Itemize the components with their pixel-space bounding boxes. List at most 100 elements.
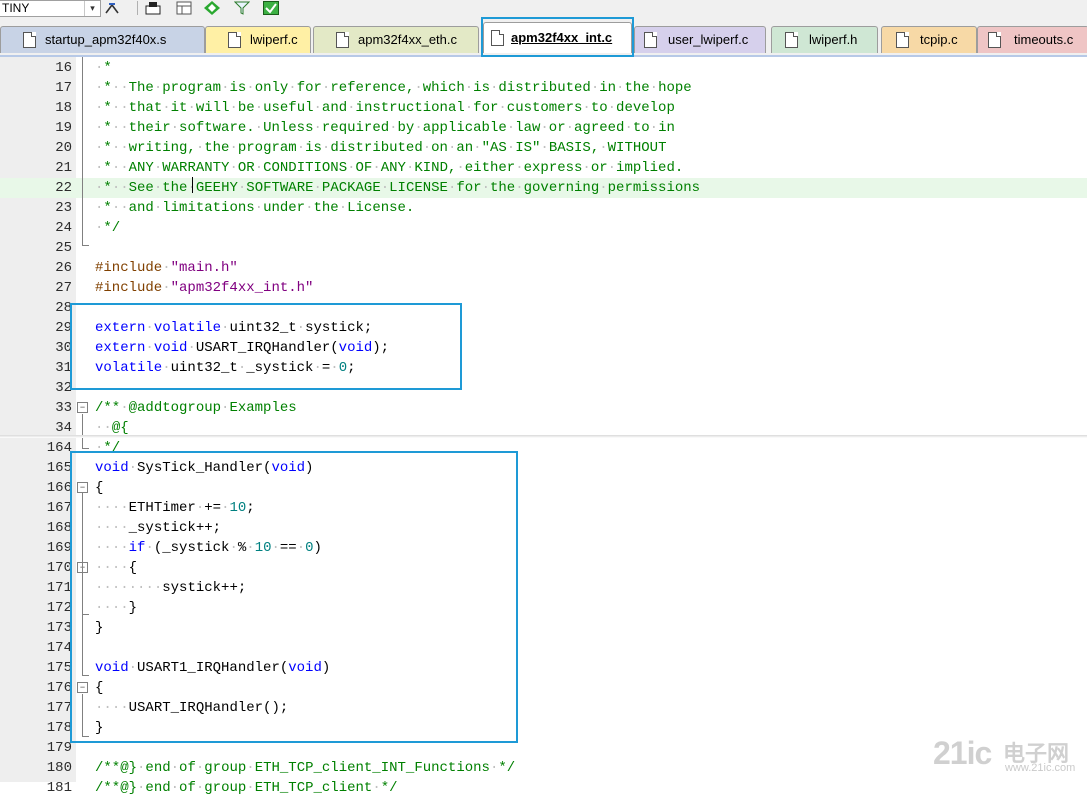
code-line[interactable]: 20 ·*··writing,·the·program·is·distribute… (0, 138, 1087, 158)
diamond-icon[interactable] (204, 1, 220, 15)
code-line[interactable]: 27 #include·"apm32f4xx_int.h" (0, 278, 1087, 298)
toolbar: TINY ▾ (0, 0, 1087, 18)
fold-guide-group (82, 414, 83, 448)
file-icon (23, 32, 36, 48)
tab-label: user_lwiperf.c (668, 32, 749, 47)
code-text: /**@}·end·of·group·ETH_TCP_client·*/ (95, 780, 398, 796)
code-line[interactable]: 180 /**@}·end·of·group·ETH_TCP_client_INT… (0, 758, 1087, 778)
line-number: 31 (55, 360, 72, 376)
line-number: 17 (55, 80, 72, 96)
code-line[interactable]: 16 ·* (0, 58, 1087, 78)
code-line[interactable]: 23 ·*··and·limitations·under·the·License. (0, 198, 1087, 218)
line-number: 165 (46, 460, 72, 476)
text-caret (192, 177, 193, 193)
code-text: ·* (95, 60, 112, 76)
line-number: 23 (55, 200, 72, 216)
line-number: 28 (55, 300, 72, 316)
code-text: /**@}·end·of·group·ETH_TCP_client_INT_Fu… (95, 760, 516, 776)
tab-label: timeouts.c (1014, 32, 1074, 47)
watermark-brand: 21ic (933, 735, 992, 771)
tab-lwiperf-h[interactable]: lwiperf.h (771, 26, 878, 53)
fold-guide-comment (82, 57, 83, 245)
fold-guide-end (82, 448, 89, 449)
fold-toggle-icon[interactable]: − (77, 402, 88, 413)
line-number: 20 (55, 140, 72, 156)
tab-label: tcpip.c (920, 32, 958, 47)
line-number: 18 (55, 100, 72, 116)
line-number: 179 (46, 740, 72, 756)
line-number: 19 (55, 120, 72, 136)
line-number: 178 (46, 720, 72, 736)
code-text: ·*··The·program·is·only·for·reference,·w… (95, 80, 692, 96)
tab-lwiperf-c[interactable]: lwiperf.c (205, 26, 311, 53)
line-number: 177 (46, 700, 72, 716)
code-text: ·*··their·software.·Unless·required·by·a… (95, 120, 675, 136)
line-number: 167 (46, 500, 72, 516)
toolbar-separator (137, 1, 138, 15)
line-number: 164 (46, 440, 72, 456)
line-number: 175 (46, 660, 72, 676)
tab-apm32f4xx-eth-c[interactable]: apm32f4xx_eth.c (313, 26, 479, 53)
code-line[interactable]: 24 ·*/ (0, 218, 1087, 238)
line-number: 169 (46, 540, 72, 556)
target-combo-value: TINY (2, 1, 30, 15)
green-checked-icon[interactable] (263, 1, 279, 15)
code-text: ·*··and·limitations·under·the·License. (95, 200, 415, 216)
code-text: ·*/ (95, 220, 121, 236)
code-line[interactable]: 18 ·*··that·it·will·be·useful·and·instruc… (0, 98, 1087, 118)
code-line[interactable]: 19 ·*··their·software.·Unless·required·by… (0, 118, 1087, 138)
line-number: 180 (46, 760, 72, 776)
tab-startup-apm32f40x-s[interactable]: startup_apm32f40x.s (0, 26, 205, 53)
fold-guide-end (82, 245, 89, 246)
line-number: 21 (55, 160, 72, 176)
line-number: 172 (46, 600, 72, 616)
file-icon (785, 32, 798, 48)
line-number: 171 (46, 580, 72, 596)
line-number: 22 (55, 180, 72, 196)
extern-declarations-highlight (70, 303, 462, 390)
code-line[interactable]: 21 ·*··ANY·WARRANTY·OR·CONDITIONS·OF·ANY·… (0, 158, 1087, 178)
build-icon[interactable] (145, 1, 161, 15)
tab-tcpip-c[interactable]: tcpip.c (881, 26, 977, 53)
file-icon (336, 32, 349, 48)
code-text: ·*··that·it·will·be·useful·and·instructi… (95, 100, 675, 116)
line-number: 30 (55, 340, 72, 356)
code-line[interactable]: 181 /**@}·end·of·group·ETH_TCP_client·*/ (0, 778, 1087, 798)
file-icon (228, 32, 241, 48)
code-line[interactable]: 22 ·*··See·the·GEEHY·SOFTWARE·PACKAGE·LIC… (0, 178, 1087, 198)
code-text: #include·"apm32f4xx_int.h" (95, 280, 314, 296)
file-icon (644, 32, 657, 48)
line-number: 174 (46, 640, 72, 656)
tools-icon[interactable] (104, 1, 120, 15)
watermark-url: www.21ic.com (1005, 762, 1076, 774)
active-tab-highlight (481, 17, 634, 57)
layout-icon[interactable] (176, 1, 192, 15)
file-icon (896, 32, 909, 48)
code-text: ·*··writing,·the·program·is·distributed·… (95, 140, 667, 156)
file-icon (988, 32, 1001, 48)
line-number: 33 (55, 400, 72, 416)
split-shadow (0, 435, 1087, 438)
line-number: 170 (46, 560, 72, 576)
code-text: /**·@addtogroup·Examples (95, 400, 297, 416)
tab-label: apm32f4xx_eth.c (358, 32, 458, 47)
filter-icon[interactable] (234, 1, 250, 15)
target-combo[interactable]: TINY ▾ (0, 0, 101, 17)
line-number: 24 (55, 220, 72, 236)
tab-user-lwiperf-c[interactable]: user_lwiperf.c (634, 26, 766, 53)
code-line[interactable]: 33−/**·@addtogroup·Examples (0, 398, 1087, 418)
dropdown-arrow-icon[interactable]: ▾ (84, 1, 100, 16)
line-number: 32 (55, 380, 72, 396)
line-number: 176 (46, 680, 72, 696)
line-number: 166 (46, 480, 72, 496)
code-line[interactable]: 26 #include·"main.h" (0, 258, 1087, 278)
line-number: 26 (55, 260, 72, 276)
code-text: #include·"main.h" (95, 260, 238, 276)
line-number: 25 (55, 240, 72, 256)
line-number: 173 (46, 620, 72, 636)
line-number: 181 (46, 780, 72, 796)
code-line[interactable]: 25 (0, 238, 1087, 258)
line-number: 16 (55, 60, 72, 76)
tab-timeouts-c[interactable]: timeouts.c (977, 26, 1087, 53)
code-line[interactable]: 17 ·*··The·program·is·only·for·reference,… (0, 78, 1087, 98)
